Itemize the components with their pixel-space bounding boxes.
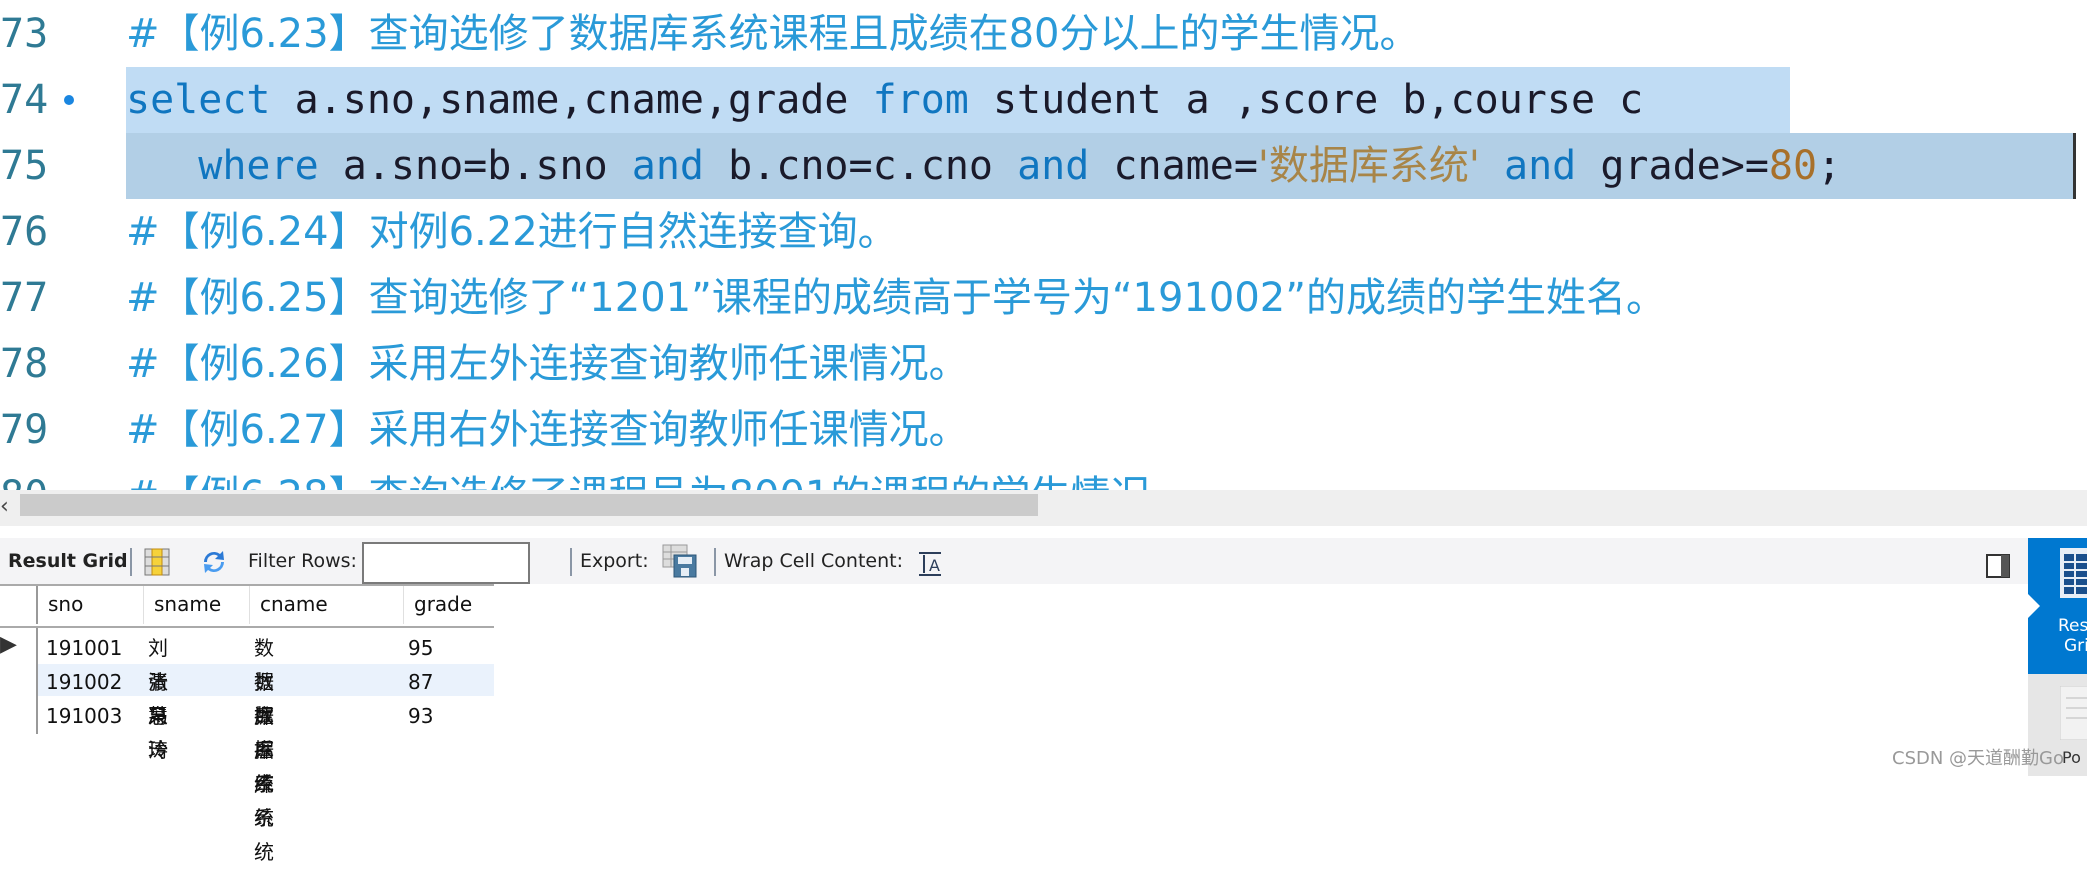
separator [570, 548, 572, 576]
svg-text:A: A [929, 556, 940, 575]
comment-text: #【例6.24】对例6.22进行自然连接查询。 [126, 209, 898, 255]
cell-grade[interactable]: 95 [400, 631, 433, 665]
statement-marker-icon [64, 95, 74, 105]
wrap-text-icon[interactable]: A [918, 548, 942, 594]
code-line[interactable]: 77 #【例6.25】查询选修了“1201”课程的成绩高于学号为“191002”… [0, 265, 2087, 331]
line-number: 75 [0, 143, 49, 189]
code-line[interactable]: 74 select a.sno,sname,cname,grade from s… [0, 67, 2087, 133]
comment-text: #【例6.28】查询选修了课程号为8001的课程的学生情况。 [126, 463, 1190, 490]
separator [130, 548, 132, 576]
result-side-panel: Res Gri Po [2028, 538, 2087, 776]
active-tab-notch [2028, 594, 2040, 618]
side-tab-label: Gri [2064, 636, 2087, 656]
column-header-grade[interactable]: grade [403, 586, 495, 624]
form-editor-icon [2060, 686, 2087, 740]
condition-text: grade>= [1576, 143, 1769, 189]
code-line[interactable]: 79 #【例6.27】采用右外连接查询教师任课情况。 [0, 397, 2087, 463]
sql-select-line: select a.sno,sname,cname,grade from stud… [126, 67, 1643, 133]
filter-rows-label: Filter Rows: [248, 550, 357, 572]
cell-grade[interactable]: 93 [400, 699, 433, 733]
string-literal: '数据库系统' [1257, 143, 1480, 189]
watermark: CSDN @天道酬勤Go [1892, 748, 2065, 769]
cell-sno[interactable]: 191002 [38, 665, 122, 699]
line-number: 76 [0, 209, 49, 255]
result-grid-label: Result Grid [8, 550, 128, 572]
cell-grade[interactable]: 87 [400, 665, 433, 699]
side-tab-label: Res [2058, 616, 2087, 636]
export-label: Export: [580, 550, 649, 572]
column-header-sno[interactable]: sno [36, 586, 145, 624]
sql-editor[interactable]: 73 #【例6.23】查询选修了数据库系统课程且成绩在80分以上的学生情况。 7… [0, 0, 2087, 490]
sql-where-line: where a.sno=b.sno and b.cno=c.cno and cn… [126, 133, 1841, 199]
keyword-and: and [1017, 143, 1090, 189]
result-toolbar: Result Grid Filter Rows: Export: Wrap Ce… [0, 538, 2028, 584]
separator [714, 548, 716, 576]
semicolon: ; [1817, 143, 1842, 189]
filter-rows-input[interactable] [362, 542, 530, 584]
keyword-where: where [198, 143, 319, 189]
columns-text: a.sno,sname,cname,grade [270, 77, 873, 123]
comment-text: #【例6.23】查询选修了数据库系统课程且成绩在80分以上的学生情况。 [126, 11, 1420, 57]
tables-text: student a ,score b,course c [968, 77, 1644, 123]
condition-text: a.sno=b.sno [318, 143, 632, 189]
toggle-panel-icon[interactable] [1986, 549, 2010, 595]
comment-text: #【例6.25】查询选修了“1201”课程的成绩高于学号为“191002”的成绩… [126, 275, 1666, 321]
code-line[interactable]: 75 where a.sno=b.sno and b.cno=c.cno and… [0, 133, 2087, 199]
column-header-cname[interactable]: cname [249, 586, 404, 624]
code-line[interactable]: 78 #【例6.26】采用左外连接查询教师任课情况。 [0, 331, 2087, 397]
condition-text: b.cno=c.cno [704, 143, 1018, 189]
side-tab-label: Po [2062, 748, 2081, 767]
line-number: 79 [0, 407, 49, 453]
keyword-from: from [872, 77, 969, 123]
condition-text: cname= [1089, 143, 1258, 189]
cell-cname[interactable]: 数据库系统 [246, 699, 274, 869]
line-number: 77 [0, 275, 49, 321]
comment-text: #【例6.26】采用左外连接查询教师任课情况。 [126, 341, 969, 387]
code-line[interactable]: 80 #【例6.28】查询选修了课程号为8001的课程的学生情况。 [0, 463, 2087, 490]
line-number: 74 [0, 77, 49, 123]
export-icon[interactable] [662, 544, 698, 595]
keyword-and: and [631, 143, 704, 189]
comment-text: #【例6.27】采用右外连接查询教师任课情况。 [126, 407, 969, 453]
current-row-indicator-icon: ▶ [0, 632, 17, 657]
keyword-and: and [1504, 143, 1577, 189]
line-number: 78 [0, 341, 49, 387]
cell-sno[interactable]: 191001 [38, 631, 122, 665]
column-header-sname[interactable]: sname [143, 586, 250, 624]
cell-sname[interactable]: 冯涛 [140, 699, 168, 767]
result-grid-icon [2060, 548, 2087, 598]
scrollbar-thumb[interactable] [20, 494, 1038, 516]
code-line[interactable]: 73 #【例6.23】查询选修了数据库系统课程且成绩在80分以上的学生情况。 [0, 1, 2087, 67]
scroll-left-icon[interactable]: ‹ [0, 494, 9, 519]
line-number: 73 [0, 11, 49, 57]
horizontal-scrollbar[interactable]: ‹ [0, 490, 2087, 526]
keyword-select: select [126, 77, 271, 123]
cell-sno[interactable]: 191003 [38, 699, 122, 733]
code-line[interactable]: 76 #【例6.24】对例6.22进行自然连接查询。 [0, 199, 2087, 265]
wrap-cell-content-label: Wrap Cell Content: [724, 550, 904, 572]
line-number: 80 [0, 463, 60, 490]
number-literal: 80 [1768, 143, 1818, 189]
